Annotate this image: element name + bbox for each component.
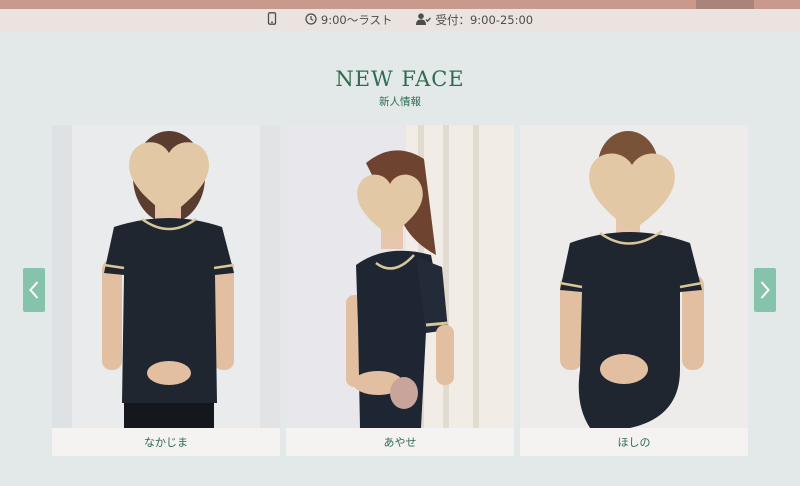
section-title: NEW FACE: [335, 67, 465, 91]
phone-icon: [267, 12, 281, 28]
user-check-icon: [416, 12, 435, 28]
chevron-right-icon: [760, 281, 770, 299]
top-stripe: [0, 0, 800, 9]
clock-icon: [305, 12, 321, 28]
top-stripe-tab: [696, 0, 754, 9]
phone-link[interactable]: [267, 12, 281, 28]
profile-card[interactable]: あやせ: [286, 125, 514, 456]
hours-info: 9:00〜ラスト: [305, 12, 393, 28]
reception-info: 受付：9:00-25:00: [416, 12, 533, 28]
profile-name[interactable]: なかじま: [52, 428, 280, 456]
profile-name[interactable]: ほしの: [520, 428, 748, 456]
profile-name[interactable]: あやせ: [286, 428, 514, 456]
section-subtitle: 新人情報: [379, 96, 421, 108]
info-bar: 9:00〜ラスト 受付：9:00-25:00: [0, 9, 800, 31]
section-heading: NEW FACE 新人情報: [0, 66, 800, 109]
profile-card[interactable]: ほしの: [520, 125, 748, 456]
profile-card[interactable]: なかじま: [52, 125, 280, 456]
profile-photo[interactable]: [286, 125, 514, 428]
profile-photo[interactable]: [52, 125, 280, 428]
next-button[interactable]: [754, 268, 776, 312]
chevron-left-icon: [29, 281, 39, 299]
profile-photo[interactable]: [520, 125, 748, 428]
prev-button[interactable]: [23, 268, 45, 312]
hours-text: 9:00〜ラスト: [320, 13, 393, 27]
reception-text: 受付：9:00-25:00: [435, 13, 534, 27]
